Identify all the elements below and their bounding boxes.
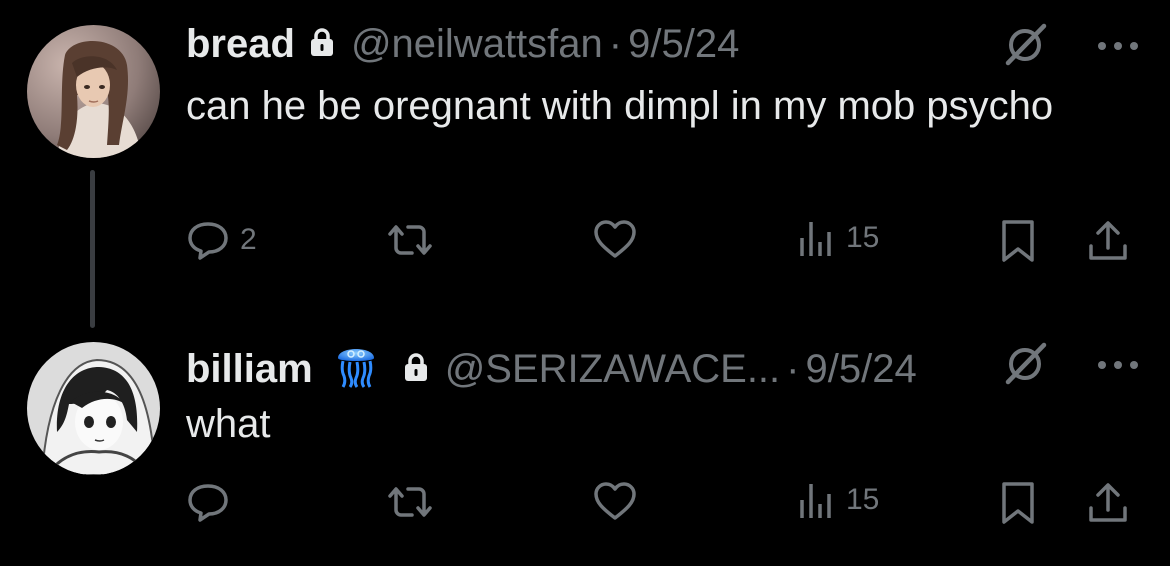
post-text: what <box>186 402 271 446</box>
header-actions <box>1002 22 1140 73</box>
views-button[interactable]: 15 <box>796 218 879 258</box>
grok-icon[interactable] <box>1002 341 1048 392</box>
action-bar: 15 <box>186 480 1146 524</box>
grok-icon[interactable] <box>1002 22 1048 73</box>
like-button[interactable] <box>592 218 648 262</box>
reply-count: 2 <box>240 223 257 256</box>
bookmark-icon <box>1002 220 1034 262</box>
lock-icon <box>309 22 335 66</box>
share-icon <box>1089 221 1127 260</box>
view-count: 15 <box>846 483 880 516</box>
like-icon <box>594 482 636 520</box>
share-button[interactable] <box>1086 480 1130 526</box>
display-name[interactable]: billiam <box>186 347 313 391</box>
post-header: bread @neilwattsfan · 9/5/24 <box>186 22 739 66</box>
lock-icon <box>403 347 429 391</box>
repost-button[interactable] <box>384 480 446 524</box>
separator-dot: · <box>786 346 800 391</box>
views-icon <box>800 222 831 256</box>
like-icon <box>594 220 636 258</box>
repost-button[interactable] <box>384 218 446 262</box>
thread-connector-line <box>90 170 95 328</box>
jellyfish-emoji <box>335 340 377 397</box>
post-date[interactable]: 9/5/24 <box>805 347 916 391</box>
handle[interactable]: @neilwattsfan <box>351 22 603 66</box>
like-button[interactable] <box>592 480 648 524</box>
header-actions <box>1002 341 1140 392</box>
avatar[interactable] <box>27 342 160 475</box>
bookmark-button[interactable] <box>998 480 1038 526</box>
share-icon <box>1089 483 1127 522</box>
reply-icon <box>188 222 228 260</box>
bookmark-icon <box>1002 482 1034 524</box>
repost-icon <box>388 225 432 255</box>
display-name[interactable]: bread <box>186 22 295 66</box>
post-text: can he be oregnant with dimpl in my mob … <box>186 84 1054 128</box>
views-icon <box>800 484 831 518</box>
reply-icon <box>188 484 228 522</box>
view-count: 15 <box>846 221 880 254</box>
views-button[interactable]: 15 <box>796 480 879 520</box>
separator-dot: · <box>608 22 623 66</box>
more-icon[interactable] <box>1096 358 1140 376</box>
reply-button[interactable] <box>186 480 240 524</box>
post-date[interactable]: 9/5/24 <box>628 22 739 66</box>
share-button[interactable] <box>1086 218 1130 264</box>
bookmark-button[interactable] <box>998 218 1038 264</box>
handle[interactable]: @SERIZAWACE... <box>445 347 780 391</box>
action-bar: 2 15 <box>186 218 1146 262</box>
reply-button[interactable]: 2 <box>186 218 257 262</box>
repost-icon <box>388 487 432 517</box>
more-icon[interactable] <box>1096 39 1140 57</box>
post-header: billiam @SERIZAWACE... · 9/5/24 <box>186 340 917 397</box>
avatar[interactable] <box>27 25 160 158</box>
